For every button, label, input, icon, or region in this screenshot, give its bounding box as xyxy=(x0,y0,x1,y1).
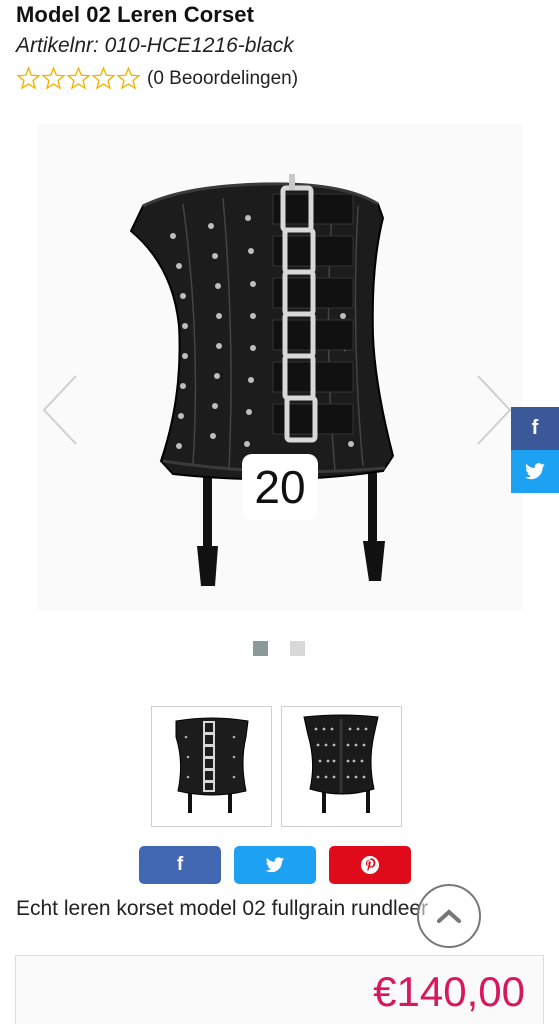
scroll-to-top-button[interactable] xyxy=(417,884,481,948)
product-thumbnail-image xyxy=(152,707,271,826)
gallery-pagination xyxy=(253,641,305,656)
product-title: Model 02 Leren Corset xyxy=(16,2,255,27)
facebook-icon: f xyxy=(176,854,184,875)
pinterest-icon xyxy=(361,856,379,874)
product-thumbnail-image xyxy=(282,707,401,826)
pagination-dot-2[interactable] xyxy=(290,641,305,656)
chevron-right-icon[interactable] xyxy=(474,372,514,448)
star-icon xyxy=(66,66,91,90)
product-description: Echt leren korset model 02 fullgrain run… xyxy=(16,897,429,920)
product-image-corset-front xyxy=(129,174,395,586)
star-icon xyxy=(16,66,41,90)
side-twitter-button[interactable] xyxy=(511,450,559,493)
pagination-dot-1[interactable] xyxy=(253,641,268,656)
product-price: €140,00 xyxy=(373,968,525,1015)
product-gallery[interactable]: 20 xyxy=(37,124,523,610)
reviews-link[interactable]: (0 Beoordelingen) xyxy=(147,68,298,90)
product-sku: Artikelnr: 010-HCE1216-black xyxy=(16,34,294,57)
share-buttons: f xyxy=(139,846,411,884)
facebook-icon: f xyxy=(531,417,539,439)
side-share-bar: f xyxy=(511,407,559,493)
gallery-slide: 20 xyxy=(37,124,523,610)
thumbnail-back[interactable] xyxy=(281,706,402,827)
star-icon xyxy=(91,66,116,90)
rating[interactable]: (0 Beoordelingen) xyxy=(16,66,298,91)
twitter-share-button[interactable] xyxy=(234,846,316,884)
pinterest-share-button[interactable] xyxy=(329,846,411,884)
chevron-left-icon[interactable] xyxy=(40,372,80,448)
twitter-bird-icon xyxy=(524,462,545,479)
thumbnail-front[interactable] xyxy=(151,706,272,827)
chevron-up-icon xyxy=(437,909,461,923)
slide-badge: 20 xyxy=(242,454,318,520)
star-icon xyxy=(41,66,66,90)
star-icon xyxy=(116,66,141,90)
side-facebook-button[interactable]: f xyxy=(511,407,559,450)
rating-stars[interactable] xyxy=(16,66,141,91)
price-box: €140,00 xyxy=(15,955,544,1024)
twitter-bird-icon xyxy=(265,856,285,872)
facebook-share-button[interactable]: f xyxy=(139,846,221,884)
